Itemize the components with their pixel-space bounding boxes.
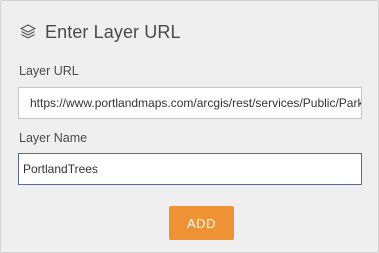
enter-layer-url-panel: Enter Layer URL Layer URL Layer Name ADD: [0, 0, 379, 253]
add-button[interactable]: ADD: [169, 206, 234, 240]
panel-title: Enter Layer URL: [45, 21, 181, 42]
layer-url-input[interactable]: [18, 87, 362, 119]
panel-header: Enter Layer URL: [19, 19, 181, 45]
layer-name-label: Layer Name: [19, 131, 88, 145]
layers-icon: [19, 23, 37, 41]
layer-url-label: Layer URL: [19, 64, 79, 78]
layer-name-input[interactable]: [18, 153, 362, 185]
